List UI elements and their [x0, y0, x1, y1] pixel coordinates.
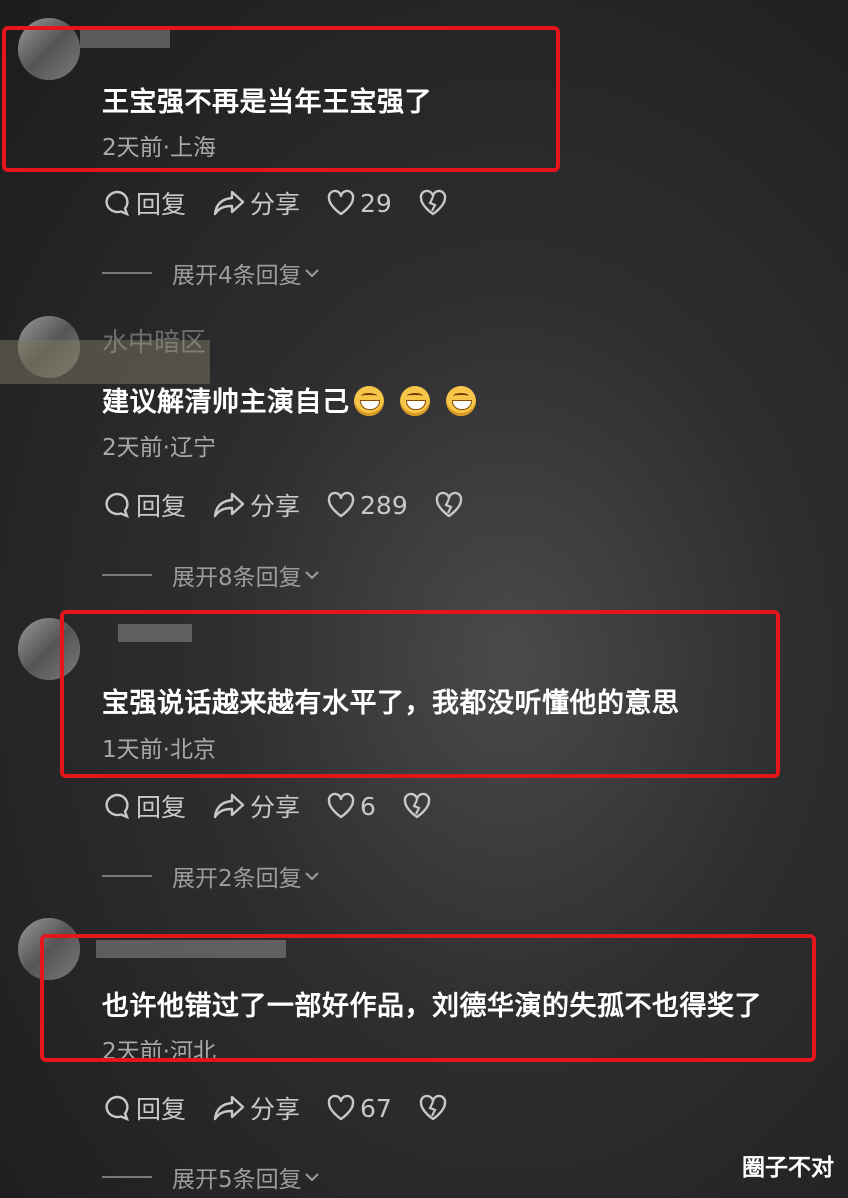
heart-icon [327, 189, 355, 216]
reply-button[interactable]: 回复 [102, 487, 186, 523]
comment-actions: 回复 分享 29 [102, 186, 478, 220]
share-icon [213, 793, 245, 819]
chevron-down-icon [304, 872, 319, 881]
like-count: 289 [360, 490, 408, 520]
reply-label: 回复 [136, 492, 187, 521]
reply-icon [105, 190, 130, 217]
divider-line [102, 1176, 152, 1178]
comment-actions: 回复 分享 289 [102, 488, 494, 522]
highlight-box [60, 610, 780, 778]
broken-heart-icon [403, 792, 431, 819]
share-label: 分享 [250, 793, 301, 822]
grin-emoji-icon [445, 386, 476, 416]
expand-label: 展开5条回复 [172, 1167, 302, 1193]
like-count: 6 [360, 791, 376, 821]
share-icon [213, 492, 245, 518]
comment-text-body: 建议解清帅主演自己 [102, 387, 350, 418]
share-button[interactable]: 分享 [212, 185, 300, 221]
reply-label: 回复 [136, 190, 187, 219]
share-icon [213, 1095, 245, 1121]
share-icon [213, 190, 245, 216]
comment-meta: 2天前·辽宁 [102, 435, 216, 461]
reply-label: 回复 [136, 793, 187, 822]
share-button[interactable]: 分享 [212, 487, 300, 523]
like-button[interactable]: 289 [326, 490, 408, 520]
expand-replies[interactable]: 展开8条回复 [102, 558, 322, 592]
chevron-down-icon [304, 571, 319, 580]
expand-replies[interactable]: 展开2条回复 [102, 859, 322, 893]
expand-label: 展开2条回复 [172, 866, 302, 892]
share-label: 分享 [250, 492, 301, 521]
expand-replies[interactable]: 展开5条回复 [102, 1160, 322, 1194]
like-button[interactable]: 67 [326, 1093, 392, 1123]
heart-icon [327, 792, 355, 819]
dislike-button[interactable] [434, 490, 468, 520]
divider-line [102, 574, 152, 576]
reply-icon [105, 793, 130, 820]
reply-button[interactable]: 回复 [102, 1090, 186, 1126]
share-label: 分享 [250, 190, 301, 219]
comment-text: 建议解清帅主演自己 [102, 380, 476, 419]
share-button[interactable]: 分享 [212, 1090, 300, 1126]
reply-button[interactable]: 回复 [102, 788, 186, 824]
broken-heart-icon [435, 491, 462, 518]
reply-label: 回复 [136, 1095, 187, 1124]
grin-emoji-icon [353, 386, 384, 416]
comment-actions: 回复 分享 6 [102, 789, 462, 823]
grin-emoji-icon [399, 386, 430, 416]
expand-replies[interactable]: 展开4条回复 [102, 256, 322, 290]
username: 水中暗区 [102, 328, 207, 358]
reply-button[interactable]: 回复 [102, 185, 186, 221]
comment-actions: 回复 分享 67 [102, 1091, 478, 1125]
dislike-button[interactable] [418, 1093, 452, 1123]
reply-icon [105, 1095, 130, 1122]
chevron-down-icon [304, 1173, 319, 1182]
watermark: 圈子不对 [742, 1155, 834, 1181]
expand-label: 展开4条回复 [172, 263, 302, 289]
share-button[interactable]: 分享 [212, 788, 300, 824]
divider-line [102, 272, 152, 274]
expand-label: 展开8条回复 [172, 565, 302, 591]
like-button[interactable]: 6 [326, 791, 376, 821]
divider-line [102, 875, 152, 877]
chevron-down-icon [304, 269, 319, 278]
heart-icon [327, 1094, 355, 1121]
like-count: 29 [360, 188, 392, 218]
dislike-button[interactable] [402, 791, 436, 821]
highlight-box [40, 934, 816, 1062]
broken-heart-icon [419, 1094, 447, 1121]
dislike-button[interactable] [418, 188, 452, 218]
like-button[interactable]: 29 [326, 188, 392, 218]
heart-icon [327, 491, 355, 518]
share-label: 分享 [250, 1095, 301, 1124]
highlight-box [2, 26, 560, 172]
broken-heart-icon [419, 189, 447, 216]
like-count: 67 [360, 1093, 392, 1123]
reply-icon [105, 492, 130, 519]
